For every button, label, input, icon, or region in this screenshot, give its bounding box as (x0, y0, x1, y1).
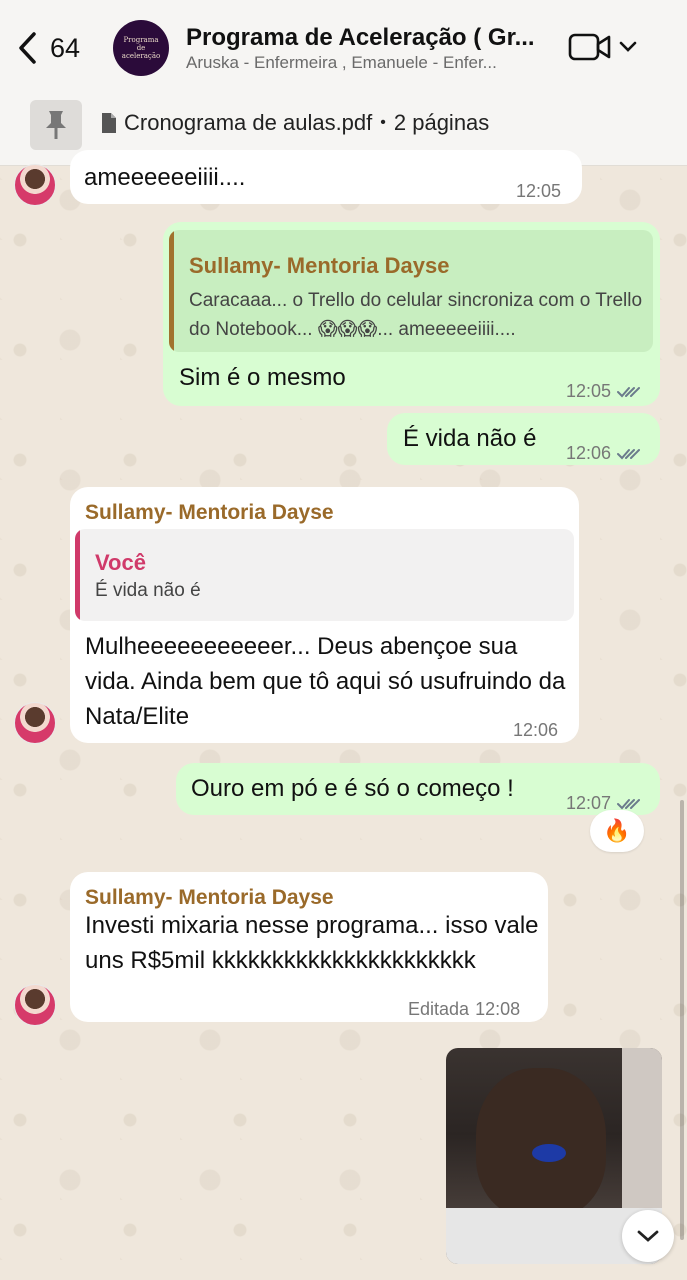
pinned-separator: • (380, 114, 386, 131)
quote-sender: Você (95, 550, 146, 575)
group-members[interactable]: Aruska - Enfermeira , Emanuele - Enfer..… (186, 53, 556, 73)
video-call-button[interactable] (568, 30, 640, 64)
quoted-message[interactable]: Você É vida não é (75, 529, 574, 621)
edited-label: Editada (408, 999, 470, 1019)
message-bubble-incoming[interactable]: ameeeeeeiiii.... 12:05 (70, 150, 582, 204)
sender-avatar[interactable] (14, 984, 56, 1026)
pinned-document[interactable]: Cronograma de aulas.pdf • 2 páginas (100, 110, 489, 136)
fire-reaction-icon: 🔥 (603, 818, 631, 843)
message-text: É vida não é (403, 425, 537, 452)
reaction-badge[interactable]: 🔥 (590, 810, 644, 852)
unread-count: 64 (50, 32, 81, 63)
pin-icon (46, 111, 66, 139)
pin-button[interactable] (30, 100, 82, 150)
message-bubble-incoming[interactable]: Sullamy- Mentoria Dayse Investi mixaria … (70, 872, 548, 1022)
chat-scrollbar[interactable] (680, 800, 684, 1240)
document-icon (102, 113, 116, 133)
chevron-left-icon (19, 32, 36, 64)
quote-text: É vida não é (95, 580, 201, 601)
quote-sender: Sullamy- Mentoria Dayse (189, 253, 450, 278)
sender-name[interactable]: Sullamy- Mentoria Dayse (85, 495, 334, 530)
media-lips (532, 1144, 566, 1162)
double-check-icon (617, 448, 641, 459)
sender-avatar[interactable] (14, 164, 56, 206)
double-check-icon (617, 386, 641, 397)
group-avatar[interactable]: Programa de aceleração (113, 20, 169, 76)
message-bubble-incoming[interactable]: Sullamy- Mentoria Dayse Você É vida não … (70, 487, 579, 743)
chevron-down-icon (637, 1230, 659, 1242)
message-time: 12:06 (566, 436, 641, 471)
media-face (476, 1068, 606, 1218)
sender-avatar[interactable] (14, 702, 56, 744)
group-title[interactable]: Programa de Aceleração ( Gr... (186, 24, 556, 52)
message-time: Editada 12:08 (408, 992, 520, 1027)
group-avatar-text: Programa de aceleração (121, 36, 161, 60)
chevron-down-icon (619, 41, 637, 52)
message-bubble-outgoing[interactable]: Sullamy- Mentoria Dayse Caracaaa... o Tr… (163, 222, 660, 406)
message-text: Ouro em pó e é só o começo ! (191, 775, 514, 802)
back-button[interactable]: 64 (16, 28, 80, 68)
double-check-icon (617, 798, 641, 809)
chat-header: 64 Programa de aceleração Programa de Ac… (0, 0, 687, 96)
message-time: 12:05 (566, 374, 641, 409)
message-text: ameeeeeeiiii.... (84, 164, 246, 191)
scroll-to-bottom-button[interactable] (622, 1210, 674, 1262)
pinned-doc-name: Cronograma de aulas.pdf (124, 110, 373, 135)
pinned-doc-pages: 2 páginas (393, 110, 490, 135)
quote-text: Caracaaa... o Trello do celular sincroni… (189, 290, 643, 340)
message-time: 12:05 (516, 181, 562, 201)
message-text: Sim é o mesmo (179, 364, 346, 391)
quote-bar (75, 529, 80, 621)
message-text: Investi mixaria nesse programa... isso v… (85, 912, 539, 974)
message-bubble-outgoing[interactable]: Ouro em pó e é só o começo ! 12:07 (176, 763, 660, 815)
message-bubble-outgoing[interactable]: É vida não é 12:06 (387, 413, 660, 465)
quoted-message[interactable]: Sullamy- Mentoria Dayse Caracaaa... o Tr… (169, 230, 653, 352)
video-camera-icon (568, 33, 611, 61)
message-time: 12:06 (513, 720, 559, 740)
quote-bar (169, 230, 174, 352)
message-text: Mulheeeeeeeeeeer... Deus abençoe sua vid… (85, 633, 566, 730)
